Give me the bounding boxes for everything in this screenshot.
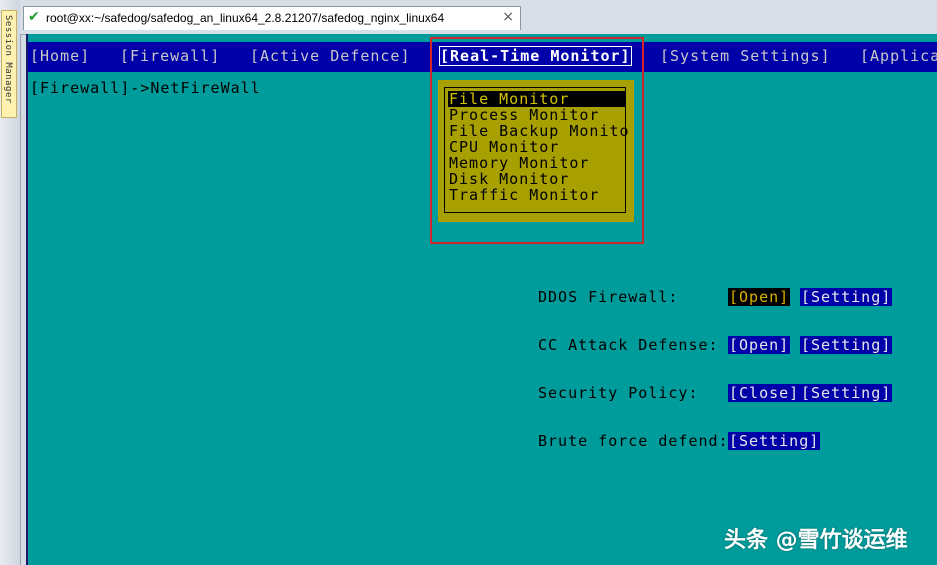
breadcrumb: [Firewall]->NetFireWall: [30, 79, 261, 97]
cc-attack-open-button[interactable]: [Open]: [728, 336, 791, 354]
session-manager-label: Session Manager: [3, 15, 13, 104]
session-manager-sidebar: Session Manager: [0, 0, 21, 565]
brute-force-setting-button[interactable]: [Setting]: [728, 432, 821, 450]
annotation-highlight-box: [430, 37, 644, 244]
tab-bar: ✔ root@xx:~/safedog/safedog_an_linux64_2…: [20, 0, 937, 35]
security-policy-label: Security Policy:: [538, 384, 699, 402]
cc-attack-defense-label: CC Attack Defense:: [538, 336, 719, 354]
menu-home[interactable]: [Home]: [30, 47, 90, 65]
cc-attack-setting-button[interactable]: [Setting]: [800, 336, 893, 354]
watermark: 头条 @雪竹谈运维: [724, 528, 908, 553]
ddos-firewall-label: DDOS Firewall:: [538, 288, 679, 306]
menu-system-settings[interactable]: [System Settings]: [660, 47, 831, 65]
tab-title: root@xx:~/safedog/safedog_an_linux64_2.8…: [46, 11, 445, 25]
ddos-firewall-open-button[interactable]: [Open]: [728, 288, 791, 306]
check-icon: ✔: [28, 9, 40, 25]
session-manager-tab[interactable]: Session Manager: [1, 10, 17, 118]
menu-firewall[interactable]: [Firewall]: [120, 47, 220, 65]
menu-active-defence[interactable]: [Active Defence]: [250, 47, 411, 65]
close-icon[interactable]: ×: [502, 9, 514, 25]
brute-force-label: Brute force defend:: [538, 432, 729, 450]
security-policy-setting-button[interactable]: [Setting]: [800, 384, 893, 402]
session-tab[interactable]: ✔ root@xx:~/safedog/safedog_an_linux64_2…: [23, 6, 521, 30]
ddos-firewall-setting-button[interactable]: [Setting]: [800, 288, 893, 306]
menu-applications[interactable]: [Applica: [860, 47, 937, 65]
security-policy-close-button[interactable]: [Close]: [728, 384, 801, 402]
